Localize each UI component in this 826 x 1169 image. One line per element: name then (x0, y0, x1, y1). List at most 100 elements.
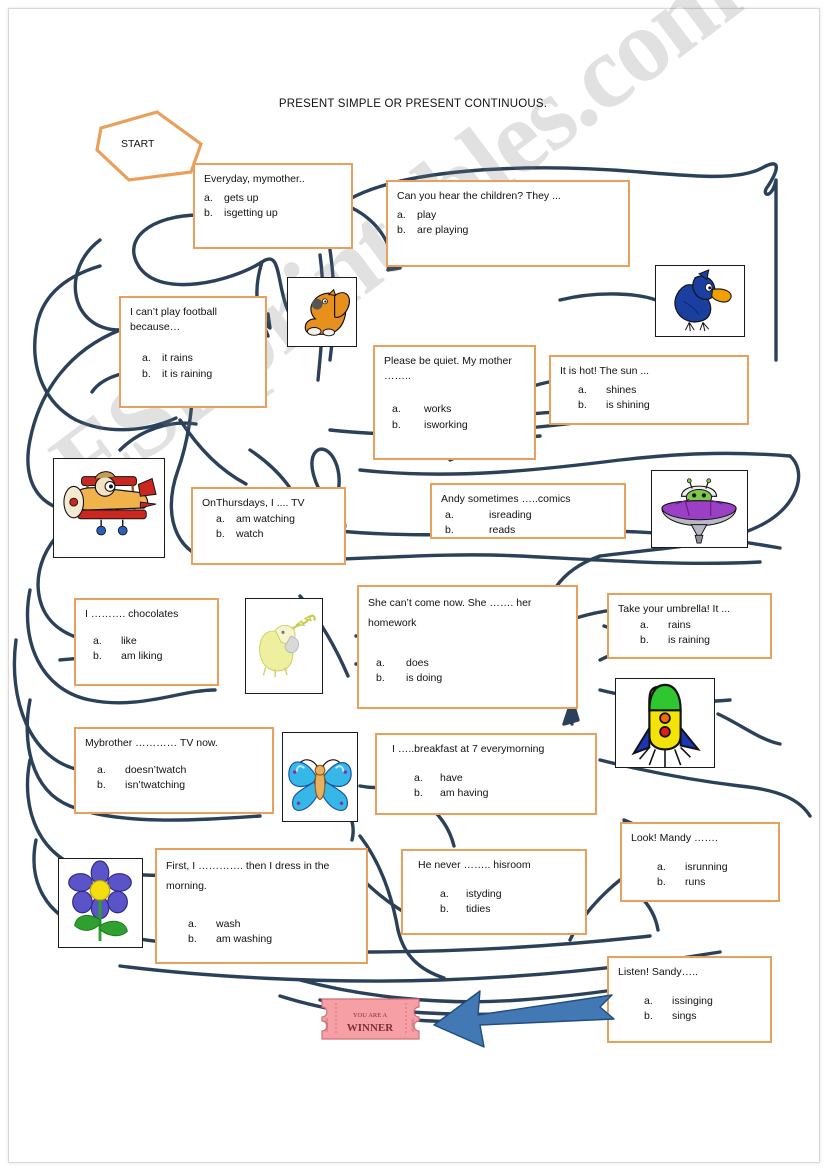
option-letter: a. (216, 513, 225, 526)
question-stem: Andy sometimes …..comics (441, 493, 571, 505)
option-text: like (121, 635, 137, 648)
option-text: it is raining (162, 367, 213, 380)
option-letter: a. (414, 772, 423, 785)
option-text: reads (489, 524, 516, 537)
option-b[interactable]: b. is shining (560, 398, 738, 413)
option-letter: b. (204, 207, 213, 220)
question-box-mandy[interactable]: Look! Mandy ……. a. isrunning b. runs (620, 822, 780, 902)
option-a[interactable]: a. it rains (130, 351, 256, 366)
option-b[interactable]: b. tidies (412, 902, 576, 917)
question-box-breakfast[interactable]: I …..breakfast at 7 everymorning a. have … (375, 733, 597, 815)
option-a[interactable]: a. rains (618, 618, 761, 633)
question-stem: I can’t play football because… (130, 306, 217, 334)
question-box-chocolates[interactable]: I ………. chocolates a. like b. am liking (74, 598, 219, 686)
option-letter: a. (142, 352, 151, 365)
option-text: gets up (224, 192, 259, 205)
option-a[interactable]: a. have (386, 771, 586, 786)
option-b[interactable]: b. watch (202, 527, 335, 542)
option-b[interactable]: b. am liking (85, 649, 208, 664)
question-box-sun-hot[interactable]: It is hot! The sun ... a. shines b. is shi… (549, 355, 749, 425)
option-letter: a. (657, 861, 666, 874)
option-letter: a. (376, 656, 385, 669)
option-text: tidies (466, 903, 491, 916)
question-stem: OnThursdays, I .... TV (202, 497, 305, 509)
question-stem: Can you hear the children? They ... (397, 190, 561, 202)
option-a[interactable]: a. works (384, 402, 525, 417)
question-box-brother-tv[interactable]: Mybrother ………… TV now. a. doesn’twatch b.… (74, 727, 274, 814)
worksheet-page: ESLprintables.com PRESENT SIMPLE OR PRES… (0, 0, 826, 1169)
option-b[interactable]: b. it is raining (130, 367, 256, 382)
winner-arrow-icon (430, 985, 615, 1050)
option-text: watch (236, 528, 264, 541)
question-options: a. isreading b. reads (441, 508, 615, 538)
question-box-play-football[interactable]: I can’t play football because… a. it rain… (119, 296, 267, 408)
option-a[interactable]: a. does (368, 656, 567, 671)
option-text: am liking (121, 650, 163, 663)
winner-ticket: YOU ARE A WINNER 000000 000000 (318, 995, 423, 1043)
option-letter: b. (414, 787, 423, 800)
option-letter: b. (578, 399, 587, 412)
question-box-hear-children[interactable]: Can you hear the children? They ... a. pl… (386, 180, 630, 267)
start-shape: START (95, 110, 205, 182)
option-text: wash (216, 917, 241, 930)
question-stem: First, I …………. then I dress in the morni… (166, 860, 330, 892)
option-b[interactable]: b. isn’twatching (85, 778, 263, 793)
squirrel-picture (287, 277, 357, 347)
option-letter: b. (440, 903, 449, 916)
question-stem: Mybrother ………… TV now. (85, 737, 218, 749)
option-a[interactable]: a. am watching (202, 512, 335, 527)
biplane-picture (53, 458, 165, 558)
option-b[interactable]: b. isgetting up (204, 206, 342, 221)
option-letter: a. (397, 209, 406, 222)
option-letter: a. (578, 384, 587, 397)
option-letter: a. (93, 635, 102, 648)
question-box-be-quiet[interactable]: Please be quiet. My mother …….. a. works … (373, 345, 536, 460)
question-box-his-room[interactable]: He never …….. hisroom a. istyding b. tidie… (401, 849, 587, 935)
option-a[interactable]: a. istyding (412, 887, 576, 902)
option-text: is doing (406, 672, 443, 685)
option-a[interactable]: a. isreading (441, 508, 615, 523)
question-box-homework[interactable]: She can’t come now. She ……. her homework… (357, 585, 578, 709)
flower-picture (58, 858, 143, 948)
option-b[interactable]: b. reads (441, 523, 615, 538)
question-stem: Take your umbrella! It ... (618, 603, 731, 615)
option-a[interactable]: a. gets up (204, 191, 342, 206)
option-letter: b. (142, 367, 151, 380)
option-a[interactable]: a. wash (166, 917, 357, 932)
option-b[interactable]: b. runs (631, 875, 769, 890)
option-a[interactable]: a. like (85, 634, 208, 649)
question-options: a. isrunning b. runs (631, 860, 769, 890)
option-text: am watching (236, 513, 295, 526)
option-letter: b. (188, 933, 197, 946)
option-text: istyding (466, 888, 502, 901)
option-b[interactable]: b. am washing (166, 932, 357, 947)
option-b[interactable]: b. are playing (397, 223, 619, 238)
option-text: it rains (162, 352, 193, 365)
question-box-everyday-mother[interactable]: Everyday, mymother.. a. gets up b. isgetti… (193, 163, 353, 249)
option-text: doesn’twatch (125, 764, 187, 777)
option-text: rains (668, 619, 691, 632)
question-box-sandy-sings[interactable]: Listen! Sandy….. a. issinging b. sings (607, 956, 772, 1043)
option-b[interactable]: b. isworking (384, 418, 525, 433)
question-options: a. gets up b. isgetting up (204, 191, 342, 221)
option-b[interactable]: b. am having (386, 786, 586, 801)
question-box-andy-comics[interactable]: Andy sometimes …..comics a. isreading b. r… (430, 483, 626, 539)
question-options: a. wash b. am washing (166, 917, 357, 947)
option-b[interactable]: b. is doing (368, 671, 567, 686)
question-box-umbrella[interactable]: Take your umbrella! It ... a. rains b. is … (607, 593, 772, 659)
question-options: a. rains b. is raining (618, 618, 761, 648)
option-letter: b. (392, 418, 401, 431)
blue-bird-picture (655, 265, 745, 337)
option-letter: a. (644, 995, 653, 1008)
option-b[interactable]: b. sings (618, 1009, 761, 1024)
question-box-first-wash[interactable]: First, I …………. then I dress in the morni… (155, 848, 368, 964)
option-a[interactable]: a. doesn’twatch (85, 763, 263, 778)
option-text: isn’twatching (125, 779, 186, 792)
option-b[interactable]: b. is raining (618, 633, 761, 648)
option-letter: b. (657, 876, 666, 889)
question-box-thursdays-tv[interactable]: OnThursdays, I .... TV a. am watching b. w… (191, 487, 346, 565)
option-a[interactable]: a. play (397, 208, 619, 223)
option-a[interactable]: a. issinging (618, 994, 761, 1009)
option-a[interactable]: a. isrunning (631, 860, 769, 875)
option-a[interactable]: a. shines (560, 383, 738, 398)
